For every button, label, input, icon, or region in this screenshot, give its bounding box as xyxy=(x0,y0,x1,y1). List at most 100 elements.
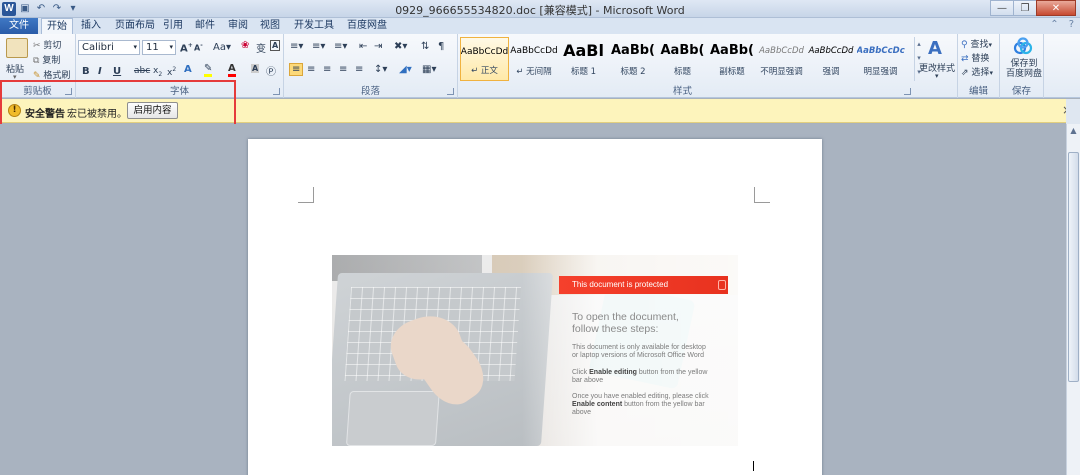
tab-insert[interactable]: 插入 xyxy=(76,18,106,34)
save-to-baidu-button[interactable]: 保存到 百度网盘 xyxy=(1006,59,1042,79)
enclose-characters-icon[interactable]: Ⓟ xyxy=(266,63,276,78)
justify-icon[interactable]: ≡ xyxy=(339,64,347,75)
tab-baidu-netdisk[interactable]: 百度网盘 xyxy=(343,18,391,34)
strikethrough-icon[interactable]: abc xyxy=(134,66,150,76)
highlight-icon[interactable]: ✎ xyxy=(204,63,213,77)
multilevel-list-icon[interactable]: ≡▾ xyxy=(334,41,347,52)
styles-launcher-icon[interactable] xyxy=(904,88,911,95)
styles-group-label: 样式 xyxy=(672,86,692,97)
chevron-down-icon: ▾ xyxy=(935,72,939,80)
editing-group-label: 编辑 xyxy=(968,86,988,97)
replace-button[interactable]: 替换 xyxy=(971,54,989,64)
protected-banner: This document is protected xyxy=(559,276,728,294)
copy-button[interactable]: 复制 xyxy=(42,56,60,66)
tab-references[interactable]: 引用 xyxy=(160,18,186,34)
tab-developer[interactable]: 开发工具 xyxy=(290,18,338,34)
minimize-button[interactable]: — xyxy=(990,0,1014,16)
window-controls: — ❐ ✕ xyxy=(990,0,1076,16)
underline-icon[interactable]: U xyxy=(113,66,121,77)
change-case-icon[interactable]: Aa▾ xyxy=(213,42,231,53)
styles-scroll[interactable]: ▴ ▾ ▾ xyxy=(914,37,923,81)
style-heading-2[interactable]: AaBb(标题 2 xyxy=(609,37,658,81)
tab-file[interactable]: 文件 xyxy=(0,18,38,34)
clear-formatting-icon[interactable]: ❀ xyxy=(241,40,249,51)
style-name: 不明显强调 xyxy=(760,67,803,77)
find-button[interactable]: 查找 xyxy=(970,40,988,50)
shading-icon[interactable]: ◢▾ xyxy=(399,64,412,75)
font-launcher-icon[interactable] xyxy=(273,88,280,95)
align-left-icon[interactable]: ≡ xyxy=(289,63,304,76)
lock-icon xyxy=(718,280,726,290)
change-styles-icon[interactable]: A xyxy=(928,38,942,59)
text-effects-icon[interactable]: A xyxy=(184,64,192,75)
style-intense-emphasis[interactable]: AaBbCcDc 明显强调 xyxy=(856,37,905,81)
show-formatting-marks-icon[interactable]: ¶ xyxy=(438,41,444,52)
styles-group: AaBbCcDd ↵ 正文 AaBbCcDd ↵ 无间隔 AaBl 标题 1 AaBb… xyxy=(458,34,958,98)
style-preview: AaBbCcDd xyxy=(460,47,509,57)
chinese-layout-icon[interactable]: ✖▾ xyxy=(394,41,407,52)
bold-icon[interactable]: B xyxy=(82,66,90,77)
laptop-touchpad xyxy=(345,391,440,446)
italic-icon[interactable]: I xyxy=(98,66,102,77)
paragraph-launcher-icon[interactable] xyxy=(447,88,454,95)
window-title: 0929_966655534820.doc [兼容模式] - Microsoft… xyxy=(395,4,685,17)
grow-font-icon[interactable]: A+ xyxy=(180,42,193,54)
sort-icon[interactable]: ⇅ xyxy=(421,41,429,52)
vertical-scrollbar[interactable]: ▲ xyxy=(1066,124,1080,475)
document-page[interactable]: This document is protected To open the d… xyxy=(248,139,822,475)
superscript-icon[interactable]: x2 xyxy=(167,66,176,78)
align-center-icon[interactable]: ≡ xyxy=(307,64,315,75)
instructions-para1-line2: or laptop versions of Microsoft Office W… xyxy=(572,352,705,359)
cut-button[interactable]: 剪切 xyxy=(43,41,61,51)
style-subtitle[interactable]: AaBb(副标题 xyxy=(708,37,757,81)
para2-bold: Enable editing xyxy=(589,369,637,376)
decrease-indent-icon[interactable]: ⇤ xyxy=(359,41,367,52)
font-name-combobox[interactable]: Calibri ▾ xyxy=(78,40,140,55)
phonetic-guide-icon[interactable]: 变 xyxy=(256,40,266,55)
style-emphasis[interactable]: AaBbCcDd 强调 xyxy=(807,37,856,81)
style-normal[interactable]: AaBbCcDd ↵ 正文 xyxy=(460,37,509,81)
maximize-button[interactable]: ❐ xyxy=(1013,0,1037,16)
character-border-icon[interactable]: A xyxy=(270,40,281,51)
style-subtle-emphasis[interactable]: AaBbCcDd 不明显强调 xyxy=(757,37,806,81)
tab-review[interactable]: 审阅 xyxy=(224,18,252,34)
paragraph-group-label: 段落 xyxy=(360,86,380,97)
style-preview: AaBb( xyxy=(611,43,655,58)
scroll-up-icon[interactable]: ▲ xyxy=(1067,124,1080,138)
minimize-ribbon-icon[interactable]: ⌃ xyxy=(1050,19,1058,30)
text-cursor xyxy=(753,461,754,471)
shrink-font-icon[interactable]: A- xyxy=(194,42,203,53)
baidu-netdisk-icon[interactable] xyxy=(1013,37,1033,55)
font-color-icon[interactable]: A xyxy=(228,63,236,77)
paste-icon[interactable] xyxy=(6,38,28,58)
character-shading-icon[interactable]: A xyxy=(251,64,260,73)
scrollbar-thumb[interactable] xyxy=(1068,152,1079,382)
chevron-down-icon: ▾ xyxy=(133,43,137,51)
distributed-icon[interactable]: ≡ xyxy=(355,64,363,75)
tab-home[interactable]: 开始 xyxy=(41,18,73,35)
style-name: 标题 1 xyxy=(570,67,597,77)
tab-mailings[interactable]: 邮件 xyxy=(191,18,219,34)
tab-page-layout[interactable]: 页面布局 xyxy=(110,18,160,34)
subscript-icon[interactable]: x2 xyxy=(153,66,162,78)
style-no-spacing[interactable]: AaBbCcDd ↵ 无间隔 xyxy=(510,37,559,81)
replace-icon: ⇄ xyxy=(961,54,969,64)
instructions-para3-line2: Enable content button from the yellow ba… xyxy=(572,401,705,408)
line-spacing-icon[interactable]: ↕▾ xyxy=(374,64,387,75)
close-window-button[interactable]: ✕ xyxy=(1036,0,1076,16)
help-icon[interactable]: ? xyxy=(1069,19,1074,30)
align-right-icon[interactable]: ≡ xyxy=(323,64,331,75)
ruler-toggle[interactable] xyxy=(1066,99,1080,124)
bullets-icon[interactable]: ≡▾ xyxy=(290,41,303,52)
font-size-combobox[interactable]: 11 ▾ xyxy=(142,40,176,55)
cut-icon: ✂ xyxy=(33,41,41,51)
numbering-icon[interactable]: ≡▾ xyxy=(312,41,325,52)
margin-marker-top-right xyxy=(754,187,770,203)
select-button[interactable]: 选择 xyxy=(971,68,989,78)
tab-view[interactable]: 视图 xyxy=(256,18,284,34)
style-title[interactable]: AaBb(标题 xyxy=(658,37,707,81)
borders-icon[interactable]: ▦▾ xyxy=(422,64,436,75)
increase-indent-icon[interactable]: ⇥ xyxy=(374,41,382,52)
style-heading-1[interactable]: AaBl 标题 1 xyxy=(559,37,608,81)
chevron-down-icon: ▾ xyxy=(989,69,993,77)
